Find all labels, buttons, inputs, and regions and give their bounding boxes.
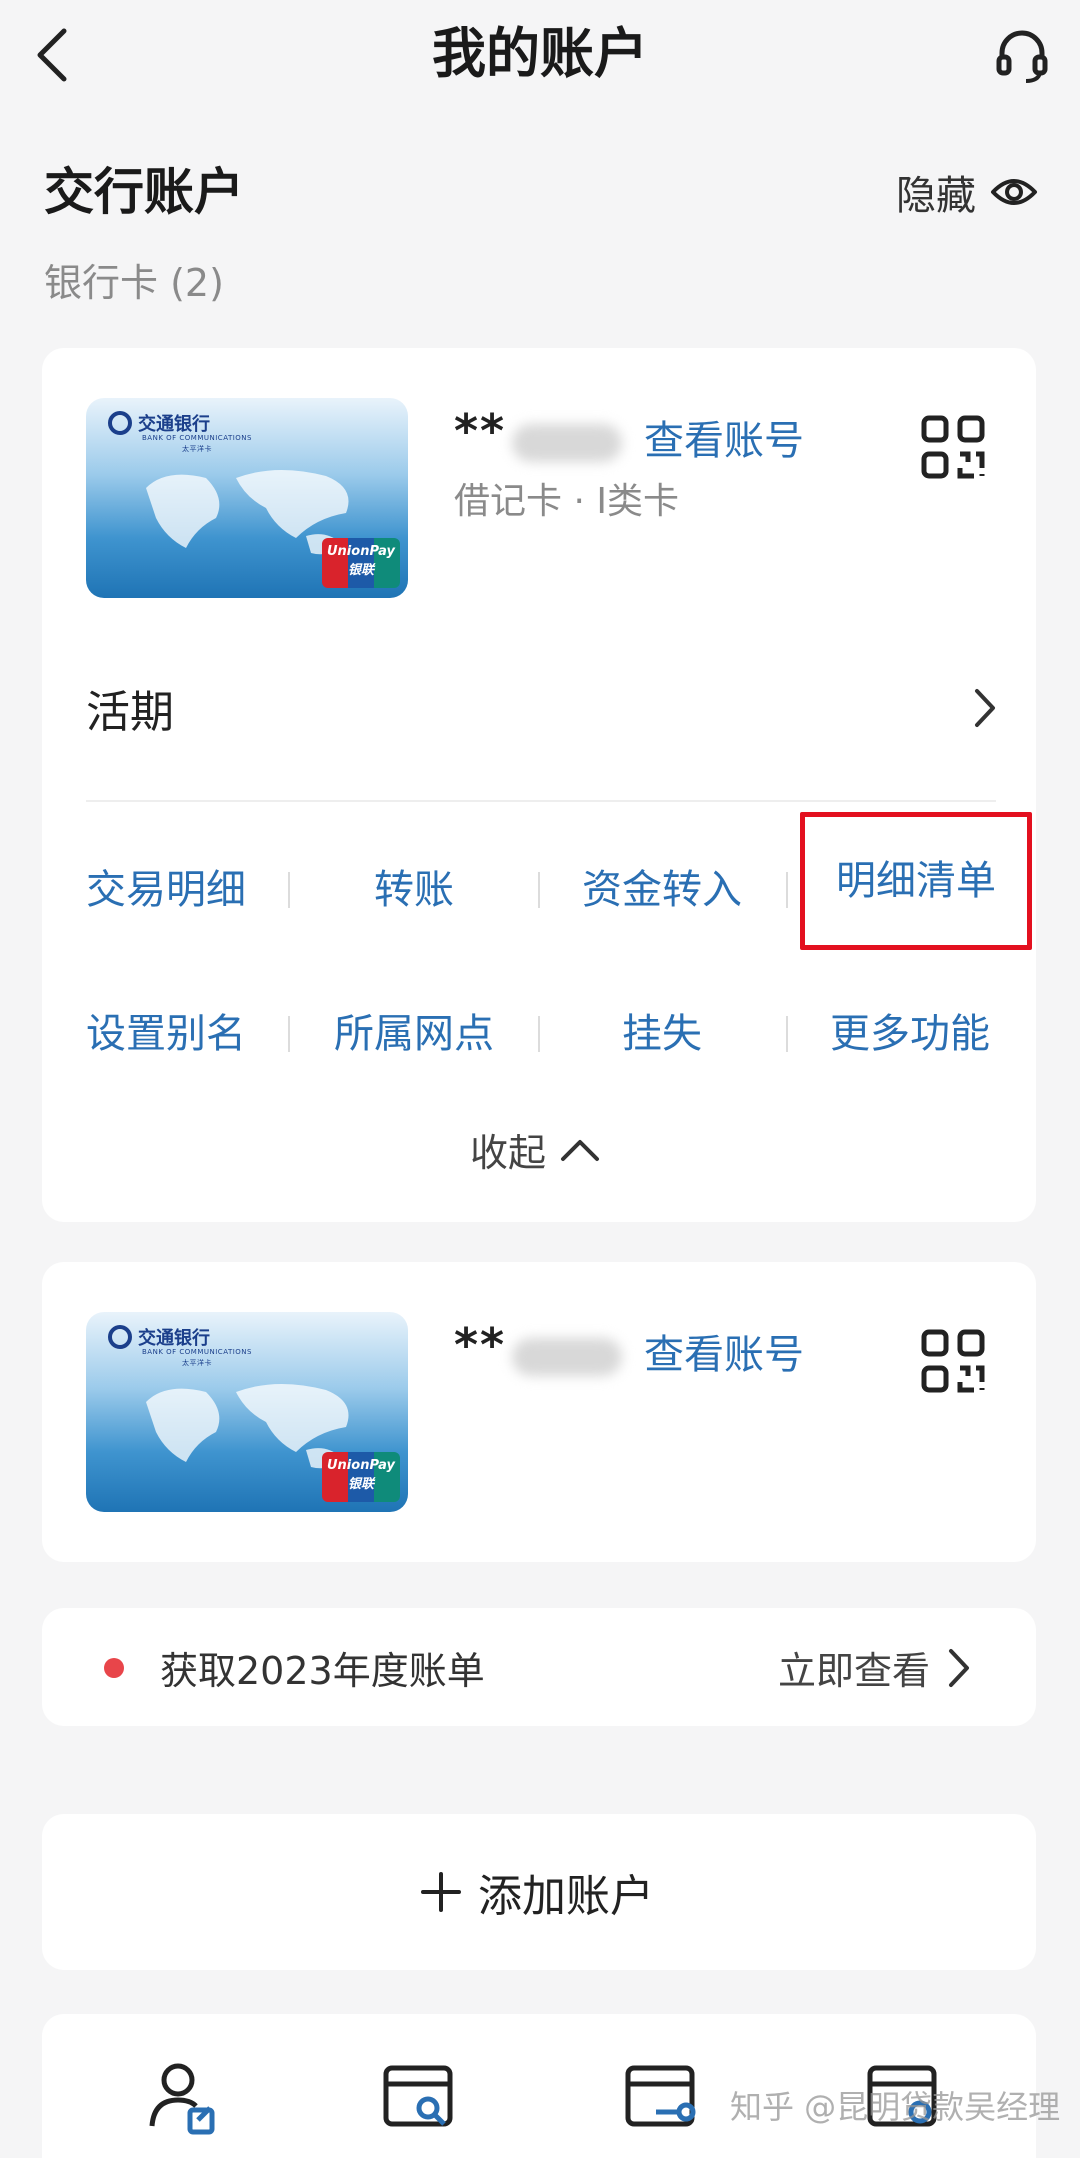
fund-transfer-in-button[interactable]: 资金转入 [538,862,786,918]
masked-digits-blur [512,423,623,462]
annual-bill-banner[interactable]: 获取2023年度账单 立即查看 [42,1608,1036,1726]
section-title: 交行账户 [44,163,244,221]
user-edit-icon[interactable] [144,2056,224,2136]
qr-code-icon [921,1329,985,1393]
chevron-up-icon [561,1139,600,1161]
bank-account-card-1: 交通银行 BANK OF COMMUNICATIONS 太平洋卡 UnionPa… [42,348,1036,1222]
customer-service-button[interactable] [990,22,1054,88]
view-account-link[interactable]: 查看账号 [644,408,804,466]
current-account-label: 活期 [86,687,174,738]
qr-code-button[interactable] [920,414,986,480]
card-type: 借记卡 · I类卡 [454,481,679,522]
add-account-label: 添加账户 [478,1871,654,1922]
set-alias-button[interactable]: 设置别名 [42,1006,290,1062]
bank-name: 交通银行 [138,414,210,435]
more-functions-button[interactable]: 更多功能 [786,1006,1034,1062]
collapse-button[interactable]: 收起 [470,1122,600,1177]
hide-label: 隐藏 [896,173,976,219]
plus-icon [421,1872,461,1912]
chevron-right-icon [949,1648,970,1687]
add-account-button[interactable]: 添加账户 [420,1860,654,1924]
bank-name-en: BANK OF COMMUNICATIONS [142,1348,252,1356]
view-account-link[interactable]: 查看账号 [644,1322,804,1380]
current-account-row[interactable]: 活期 [86,668,996,748]
report-loss-button[interactable]: 挂失 [538,1006,786,1062]
unionpay-logo: UnionPay 银联 [322,538,400,588]
qr-code-button[interactable] [920,1328,986,1394]
transfer-button[interactable]: 转账 [290,862,538,918]
bank-card-count: 银行卡 (2) [44,261,224,305]
separator [786,872,788,908]
masked-digits-blur [512,1337,623,1376]
bank-card-image: 交通银行 BANK OF COMMUNICATIONS 太平洋卡 UnionPa… [86,398,408,598]
top-bar: 我的账户 [0,0,1080,110]
qr-code-icon [921,415,985,479]
bank-region: 太平洋卡 [182,1359,212,1367]
bank-card-image: 交通银行 BANK OF COMMUNICATIONS 太平洋卡 UnionPa… [86,1312,408,1512]
page-title: 我的账户 [432,22,648,85]
view-now-link[interactable]: 立即查看 [778,1640,970,1695]
divider [86,800,996,802]
card-key-icon[interactable] [622,2056,702,2136]
bank-logo: 交通银行 [108,410,210,436]
notification-dot [104,1658,124,1678]
card-search-icon[interactable] [380,2056,460,2136]
statement-list-button[interactable]: 明细清单 [800,812,1032,950]
bank-logo: 交通银行 [108,1324,210,1350]
bank-region: 太平洋卡 [182,445,212,453]
watermark: 知乎 @昆明贷款吴经理 [730,2088,1061,2126]
collapse-label: 收起 [470,1131,547,1175]
bank-logo-icon [108,1325,132,1349]
hide-balance-toggle[interactable]: 隐藏 [896,160,1038,224]
headset-icon [996,30,1048,83]
eye-icon [991,179,1037,205]
chevron-right-icon [975,689,995,727]
bank-account-card-2: 交通银行 BANK OF COMMUNICATIONS 太平洋卡 UnionPa… [42,1262,1036,1562]
unionpay-logo: UnionPay 银联 [322,1452,400,1502]
masked-card-number: ** [454,1318,623,1376]
bank-name-en: BANK OF COMMUNICATIONS [142,434,252,442]
masked-card-number: ** [454,404,623,462]
branch-button[interactable]: 所属网点 [290,1006,538,1062]
view-now-label: 立即查看 [778,1649,931,1693]
add-account-card: 添加账户 [42,1814,1036,1970]
transaction-details-button[interactable]: 交易明细 [42,862,290,918]
bank-name: 交通银行 [138,1328,210,1349]
annual-bill-text: 获取2023年度账单 [160,1649,485,1693]
bank-logo-icon [108,411,132,435]
